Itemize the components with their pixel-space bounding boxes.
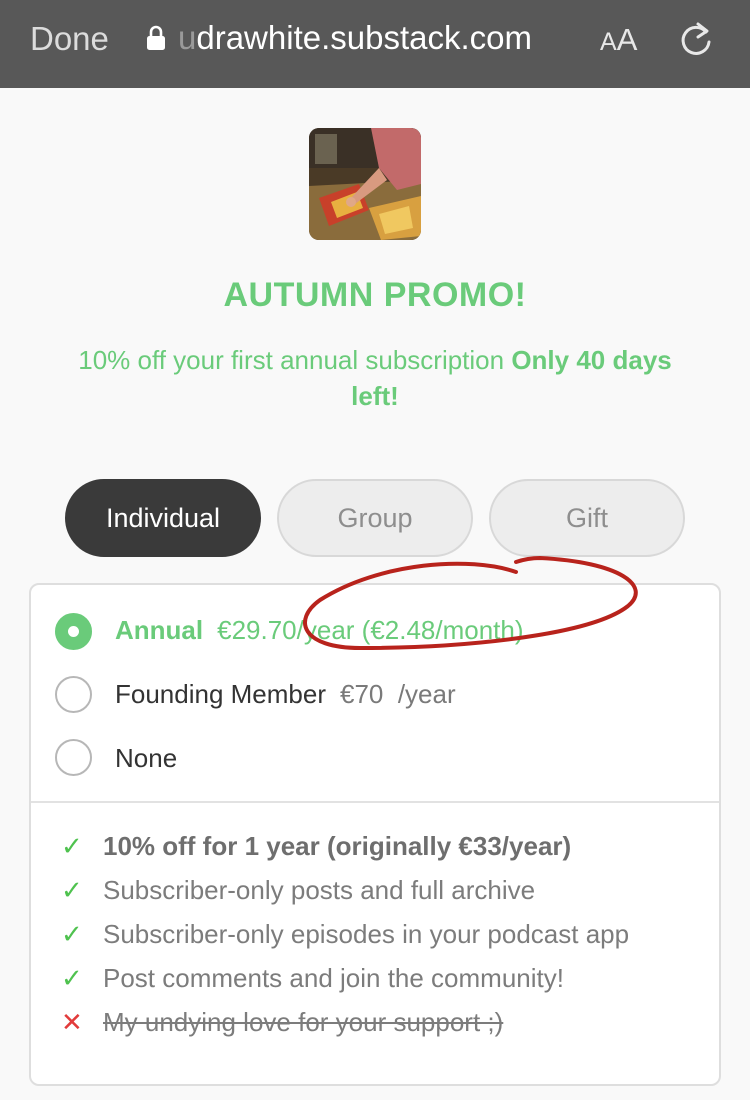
browser-toolbar: Done udrawhite.substack.com AA	[0, 0, 750, 88]
lock-icon	[147, 25, 165, 50]
plan-name: Founding Member	[115, 679, 326, 709]
plan-card: Annual €29.70/year (€2.48/month) Founding…	[29, 583, 721, 1086]
check-icon: ✓	[61, 831, 83, 861]
publication-logo	[309, 128, 421, 240]
text-size-button[interactable]: AA	[600, 22, 637, 58]
divider	[31, 801, 719, 803]
address-bar[interactable]: udrawhite.substack.com	[178, 19, 532, 57]
feature-text: Post comments and join the community!	[103, 963, 564, 993]
cross-icon: ✕	[61, 1007, 83, 1037]
plan-price: €29.70/year (€2.48/month)	[217, 615, 524, 645]
promo-title: AUTUMN PROMO!	[223, 276, 527, 314]
plan-option-none[interactable]: None	[115, 743, 177, 774]
tab-group[interactable]: Group	[277, 479, 473, 557]
feature-item: ✓ 10% off for 1 year (originally €33/year…	[61, 831, 571, 862]
feature-text: 10% off for 1 year (originally €33/year)	[103, 831, 572, 861]
founding-member-radio[interactable]	[55, 676, 92, 713]
plan-price: €70 /year	[340, 679, 456, 709]
feature-item: ✓ Post comments and join the community!	[61, 963, 564, 994]
feature-text: Subscriber-only episodes in your podcast…	[103, 919, 630, 949]
tab-individual[interactable]: Individual	[65, 479, 261, 557]
url-faded-prefix: u	[178, 19, 197, 56]
feature-text: My undying love for your support ;)	[103, 1007, 504, 1037]
none-radio[interactable]	[55, 739, 92, 776]
feature-text: Subscriber-only posts and full archive	[103, 875, 536, 905]
plan-name: Annual	[115, 615, 204, 645]
check-icon: ✓	[61, 963, 83, 993]
promo-description: 10% off your first annual subscription	[78, 345, 512, 375]
feature-item: ✓ Subscriber-only episodes in your podcas…	[61, 919, 629, 950]
check-icon: ✓	[61, 919, 83, 949]
text-size-small-glyph: A	[600, 28, 617, 56]
promo-subtitle: 10% off your first annual subscription O…	[70, 342, 680, 414]
reload-icon[interactable]	[678, 20, 714, 58]
feature-item: ✓ Subscriber-only posts and full archive	[61, 875, 535, 906]
done-button[interactable]: Done	[30, 20, 109, 58]
plan-name: None	[115, 743, 178, 773]
plan-option-annual[interactable]: Annual €29.70/year (€2.48/month)	[115, 615, 524, 646]
feature-item-excluded: ✕ My undying love for your support ;)	[61, 1007, 503, 1038]
text-size-large-glyph: A	[616, 22, 638, 57]
url-text: drawhite.substack.com	[196, 19, 532, 56]
check-icon: ✓	[61, 875, 83, 905]
tab-gift[interactable]: Gift	[489, 479, 685, 557]
plan-option-founding-member[interactable]: Founding Member €70 /year	[115, 679, 456, 710]
annual-radio[interactable]	[55, 613, 92, 650]
